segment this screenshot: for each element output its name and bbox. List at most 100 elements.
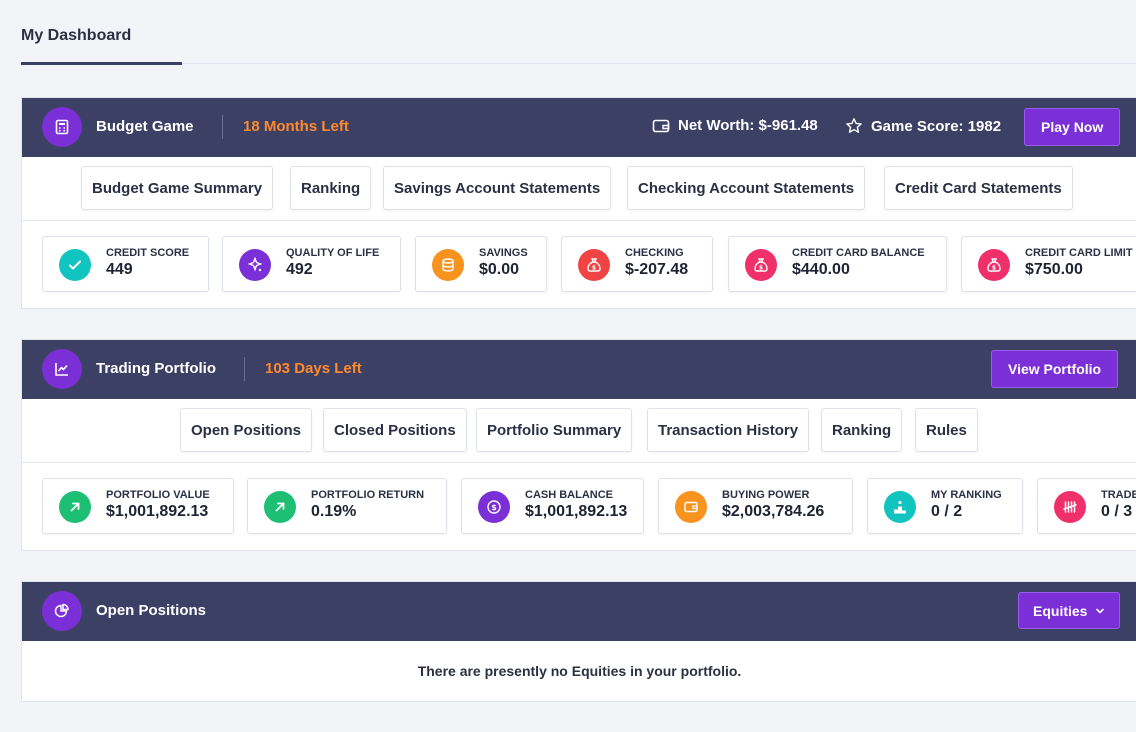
stat-quality-of-life: QUALITY OF LIFE 492 — [222, 236, 401, 292]
svg-text:$: $ — [491, 503, 497, 512]
equities-dropdown[interactable]: Equities — [1018, 592, 1121, 629]
tab-closed-positions[interactable]: Closed Positions — [323, 408, 467, 452]
check-badge-icon — [59, 249, 91, 281]
stat-credit-card-limit: $ CREDIT CARD LIMIT $750.00 — [961, 236, 1136, 292]
stat-label: BUYING POWER — [722, 489, 810, 501]
stat-value: 0.19% — [311, 503, 357, 520]
stat-value: $750.00 — [1025, 261, 1083, 278]
dollar-coin-icon: $ — [478, 491, 510, 523]
stat-value: $1,001,892.13 — [106, 503, 209, 520]
money-bag-icon: $ — [978, 249, 1010, 281]
open-positions-header: Open Positions Equities — [22, 582, 1136, 641]
net-worth: Net Worth: $-961.48 — [652, 117, 818, 134]
svg-text:$: $ — [592, 265, 596, 272]
stat-label: CREDIT CARD LIMIT — [1025, 247, 1133, 259]
money-bag-icon: $ — [745, 249, 777, 281]
stat-credit-card-balance: $ CREDIT CARD BALANCE $440.00 — [728, 236, 947, 292]
budget-game-header: Budget Game 18 Months Left Net Worth: $-… — [22, 98, 1136, 157]
tally-icon — [1054, 491, 1086, 523]
tab-transaction-history[interactable]: Transaction History — [647, 408, 810, 452]
budget-game-title: Budget Game — [96, 118, 194, 135]
svg-text:$: $ — [992, 265, 996, 272]
stat-label: CASH BALANCE — [525, 489, 613, 501]
trading-portfolio-panel: Trading Portfolio 103 Days Left View Por… — [21, 339, 1136, 551]
stat-credit-score: CREDIT SCORE 449 — [42, 236, 209, 292]
tab-rules[interactable]: Rules — [915, 408, 978, 452]
stat-value: $-207.48 — [625, 261, 689, 278]
svg-text:$: $ — [759, 265, 763, 272]
stat-label: SAVINGS — [479, 247, 528, 259]
game-score: Game Score: 1982 — [845, 117, 1001, 135]
stat-value: $1,001,892.13 — [525, 503, 628, 520]
equities-dropdown-label: Equities — [1033, 602, 1088, 619]
line-chart-icon — [42, 349, 82, 389]
dashboard-tabbar: My Dashboard — [0, 0, 1136, 65]
months-left-text: 18 Months Left — [243, 118, 349, 135]
active-tab-indicator — [21, 62, 182, 65]
stat-label: MY RANKING — [931, 489, 1002, 501]
header-divider — [244, 357, 245, 381]
game-score-text: Game Score: 1982 — [871, 117, 1002, 135]
wallet-icon — [652, 119, 670, 132]
stat-value: 0 / 3 — [1101, 503, 1133, 520]
tab-portfolio-summary[interactable]: Portfolio Summary — [476, 408, 633, 452]
stat-value: 449 — [106, 261, 133, 278]
tab-savings-account-statements[interactable]: Savings Account Statements — [383, 166, 612, 210]
view-portfolio-button[interactable]: View Portfolio — [991, 350, 1119, 388]
stat-value: $2,003,784.26 — [722, 503, 825, 520]
chevron-down-icon — [1096, 608, 1105, 613]
pie-chart-icon — [42, 591, 82, 631]
stat-value: $0.00 — [479, 261, 520, 278]
calculator-icon — [42, 107, 82, 147]
stat-label: TRADES — [1101, 489, 1136, 501]
trading-subnav: Open Positions Closed Positions Portfoli… — [22, 399, 1136, 463]
tab-checking-account-statements[interactable]: Checking Account Statements — [627, 166, 866, 210]
arrow-up-right-icon — [264, 491, 296, 523]
stat-portfolio-return: PORTFOLIO RETURN 0.19% — [247, 478, 447, 534]
open-positions-body: There are presently no Equities in your … — [22, 641, 1136, 701]
tabbar-divider — [21, 63, 1136, 64]
stat-my-ranking: MY RANKING 0 / 2 — [867, 478, 1023, 534]
stat-label: PORTFOLIO VALUE — [106, 489, 210, 501]
stat-trades: TRADES 0 / 3 — [1037, 478, 1136, 534]
open-positions-panel: Open Positions Equities There are presen… — [21, 581, 1136, 702]
tab-my-dashboard[interactable]: My Dashboard — [21, 27, 131, 45]
money-bag-icon: $ — [578, 249, 610, 281]
stat-buying-power: BUYING POWER $2,003,784.26 — [658, 478, 853, 534]
trading-portfolio-title: Trading Portfolio — [96, 360, 216, 377]
tab-ranking[interactable]: Ranking — [821, 408, 903, 452]
stat-value: 0 / 2 — [931, 503, 963, 520]
stat-value: $440.00 — [792, 261, 850, 278]
budget-stats-row: CREDIT SCORE 449 QUALITY OF LIFE 492 SAV… — [22, 221, 1136, 307]
stat-label: CREDIT CARD BALANCE — [792, 247, 925, 259]
days-left-text: 103 Days Left — [265, 360, 362, 377]
play-now-button[interactable]: Play Now — [1024, 108, 1121, 146]
open-positions-title: Open Positions — [96, 602, 207, 619]
tab-credit-card-statements[interactable]: Credit Card Statements — [884, 166, 1073, 210]
wallet-icon — [675, 491, 707, 523]
stat-label: PORTFOLIO RETURN — [311, 489, 425, 501]
stat-portfolio-value: PORTFOLIO VALUE $1,001,892.13 — [42, 478, 234, 534]
tab-ranking[interactable]: Ranking — [290, 166, 372, 210]
budget-game-subnav: Budget Game Summary Ranking Savings Acco… — [22, 157, 1136, 221]
arrow-up-right-icon — [59, 491, 91, 523]
tab-budget-game-summary[interactable]: Budget Game Summary — [81, 166, 274, 210]
stat-label: CREDIT SCORE — [106, 247, 190, 259]
trading-portfolio-header: Trading Portfolio 103 Days Left View Por… — [22, 340, 1136, 399]
tab-open-positions[interactable]: Open Positions — [180, 408, 313, 452]
stat-cash-balance: $ CASH BALANCE $1,001,892.13 — [461, 478, 644, 534]
empty-state-message: There are presently no Equities in your … — [417, 663, 742, 679]
stat-label: CHECKING — [625, 247, 684, 259]
net-worth-text: Net Worth: $-961.48 — [678, 117, 818, 134]
podium-icon — [884, 491, 916, 523]
stat-value: 492 — [286, 261, 313, 278]
coins-icon — [432, 249, 464, 281]
star-icon — [846, 118, 862, 133]
budget-game-panel: Budget Game 18 Months Left Net Worth: $-… — [21, 97, 1136, 309]
stat-checking: $ CHECKING $-207.48 — [561, 236, 713, 292]
stat-label: QUALITY OF LIFE — [286, 247, 380, 259]
header-divider — [222, 115, 223, 139]
trading-stats-row: PORTFOLIO VALUE $1,001,892.13 PORTFOLIO … — [22, 463, 1136, 549]
stat-savings: SAVINGS $0.00 — [415, 236, 547, 292]
sparkle-icon — [239, 249, 271, 281]
